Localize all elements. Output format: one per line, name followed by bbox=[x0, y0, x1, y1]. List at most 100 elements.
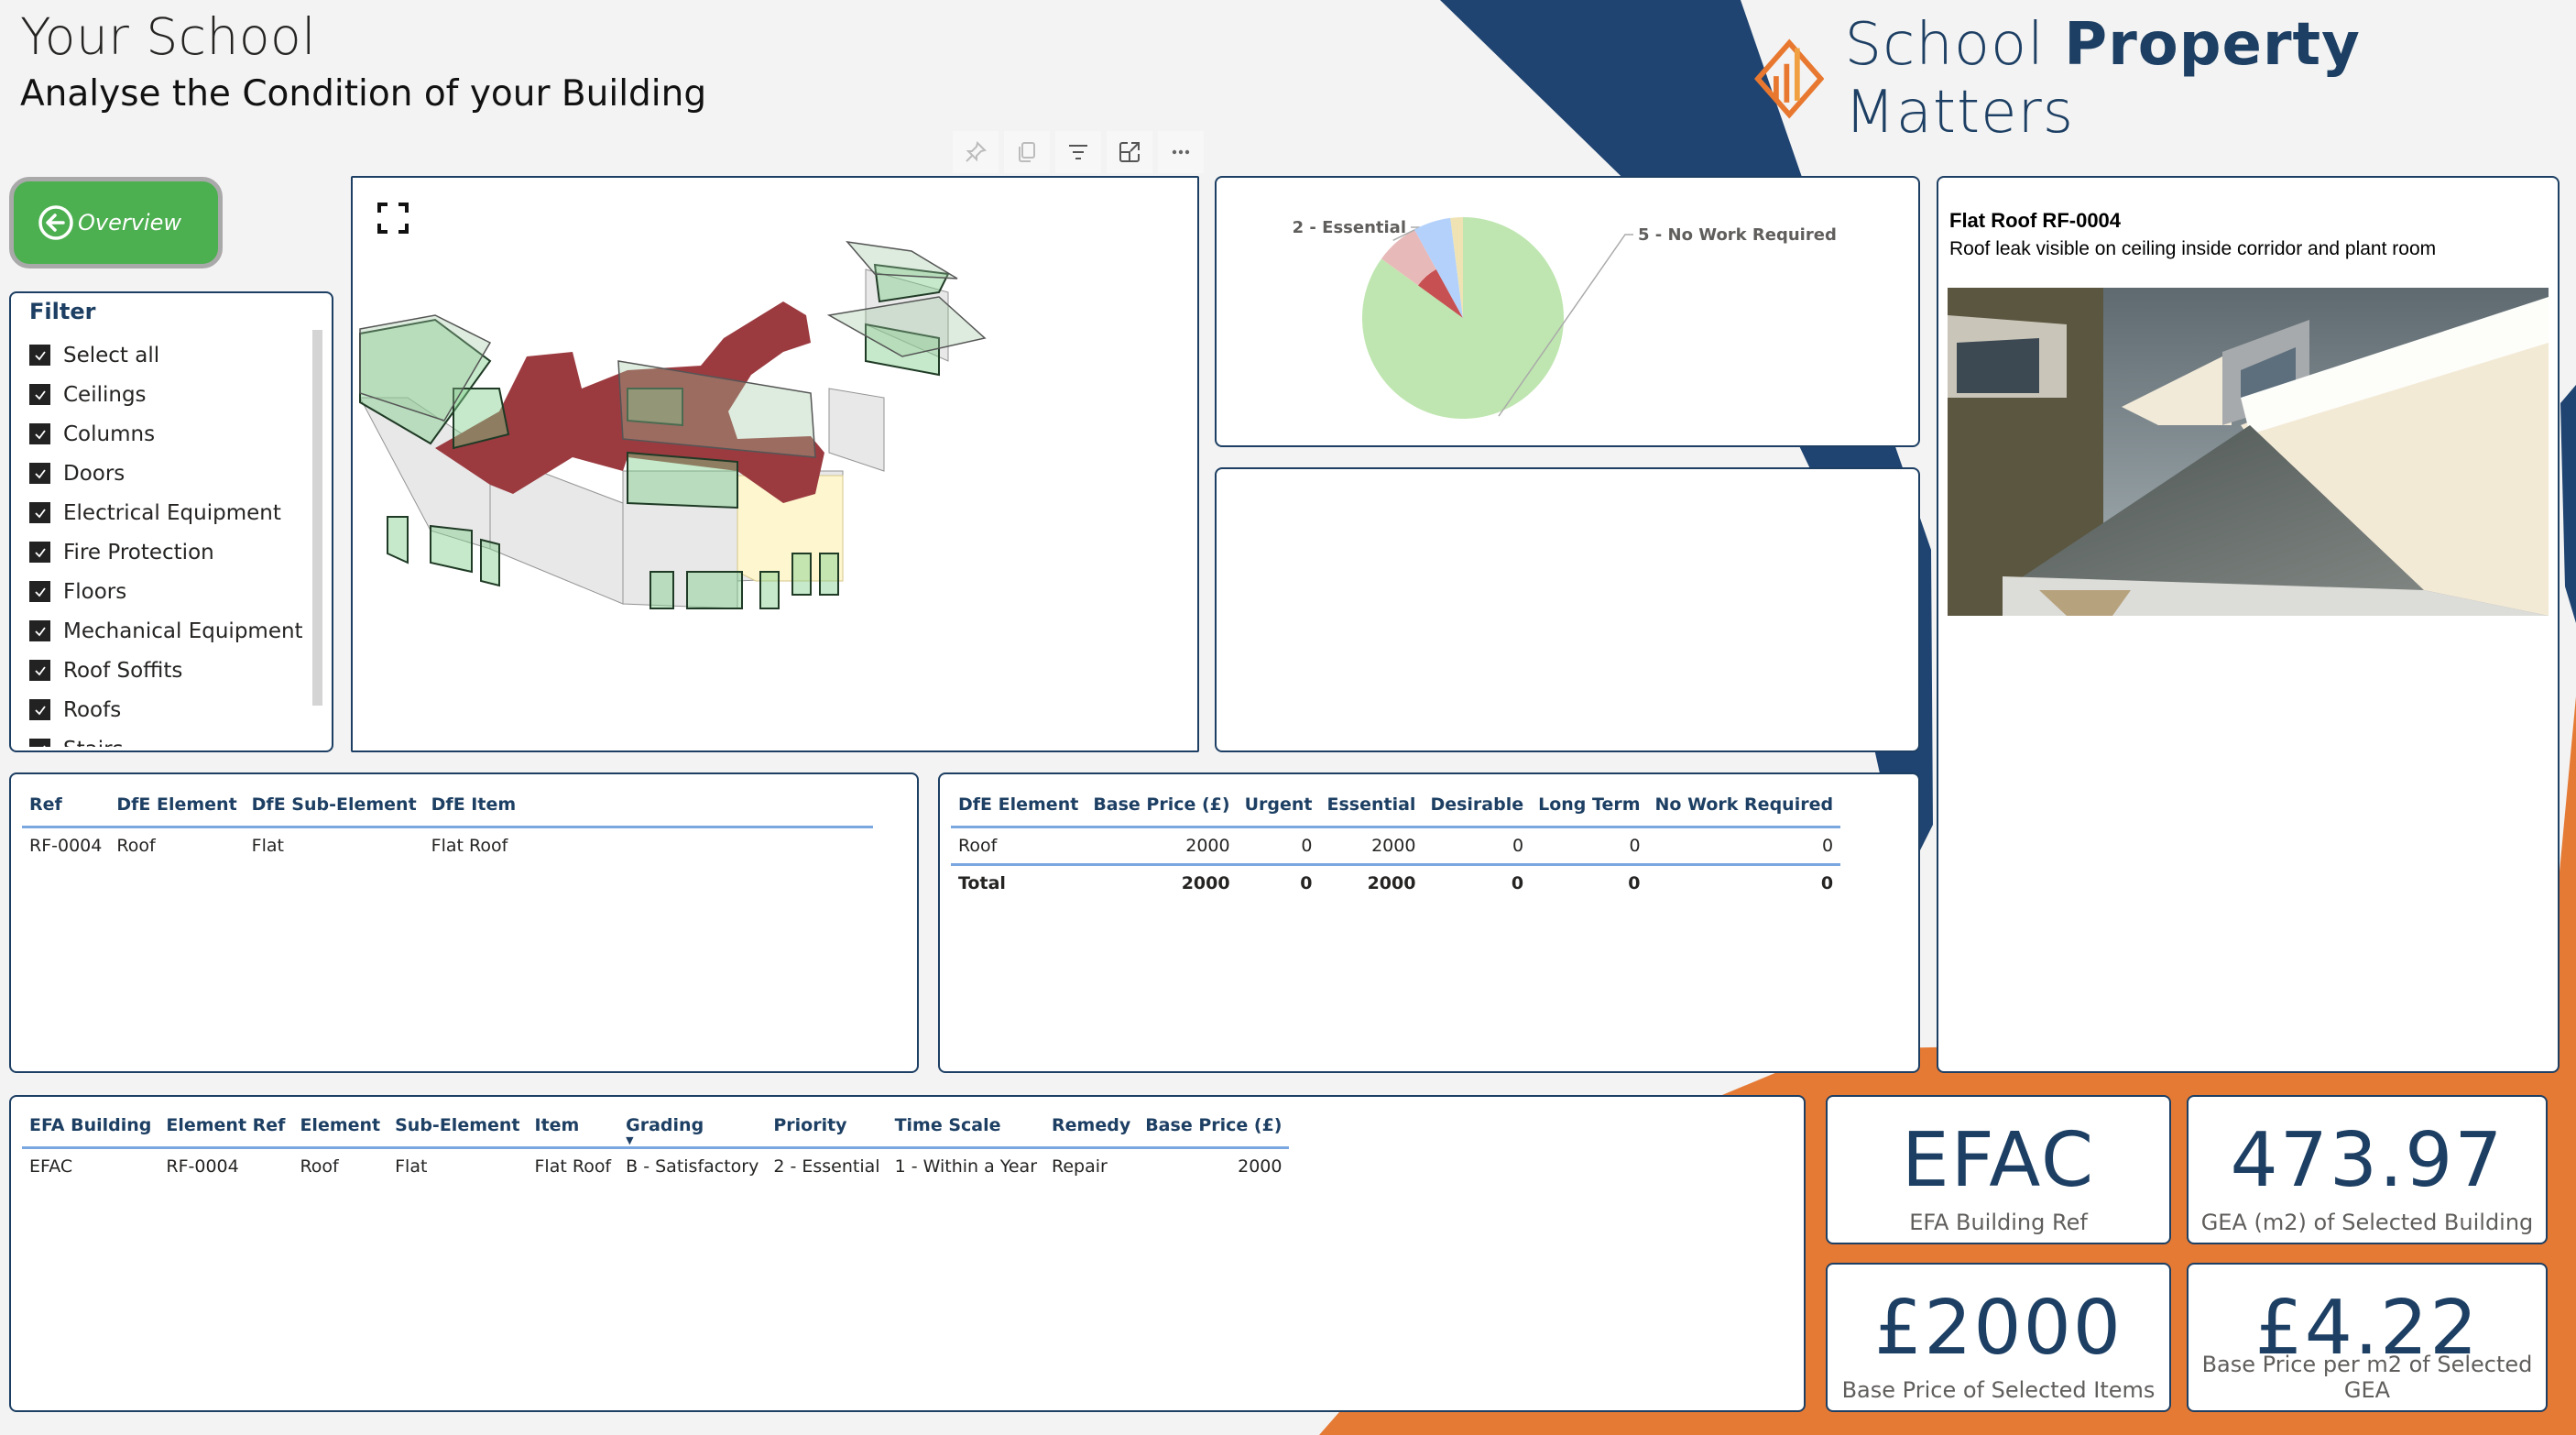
table-row[interactable]: RF-0004 Roof Flat Flat Roof bbox=[22, 827, 873, 864]
total-cell: 0 bbox=[1423, 863, 1532, 901]
3d-model-viewer[interactable] bbox=[351, 176, 1199, 752]
column-header[interactable]: Element Ref bbox=[158, 1102, 293, 1149]
focus-mode-button[interactable] bbox=[1107, 131, 1152, 173]
column-header-label: Element Ref bbox=[166, 1115, 286, 1135]
table-cell: 2000 bbox=[1238, 1156, 1283, 1177]
column-header[interactable]: DfE Sub-Element bbox=[244, 782, 424, 828]
element-pie-svg[interactable] bbox=[1217, 469, 1918, 750]
navy-edge bbox=[2560, 385, 2576, 623]
filter-scrollbar[interactable] bbox=[312, 330, 322, 706]
table-cell: EFAC bbox=[29, 1156, 73, 1177]
checkbox-checked-icon[interactable] bbox=[29, 620, 50, 641]
filter-option-label: Fire Protection bbox=[63, 540, 214, 564]
visual-filters-button[interactable] bbox=[1055, 131, 1101, 173]
defect-description: Roof leak visible on ceiling inside corr… bbox=[1949, 238, 2437, 259]
filter-option-label: Ceilings bbox=[63, 382, 147, 407]
column-header[interactable]: Grading ▼ bbox=[618, 1102, 767, 1149]
checkbox-checked-icon[interactable] bbox=[29, 542, 50, 563]
filter-option[interactable]: Roofs bbox=[29, 690, 313, 729]
filter-option[interactable]: Ceilings bbox=[29, 375, 313, 414]
filter-option-label: Doors bbox=[63, 461, 126, 486]
checkbox-checked-icon[interactable] bbox=[29, 502, 50, 523]
sort-descending-icon: ▼ bbox=[626, 1134, 634, 1146]
filter-option[interactable]: Floors bbox=[29, 572, 313, 611]
column-header-label: Element bbox=[300, 1115, 381, 1135]
column-header-label: Base Price (£) bbox=[1145, 1115, 1283, 1135]
table-cell: B - Satisfactory bbox=[626, 1156, 759, 1177]
table-cell: Repair bbox=[1052, 1156, 1108, 1177]
column-header[interactable]: No Work Required bbox=[1647, 782, 1841, 828]
condition-details-card: EFA Building Element Ref Element Sub-Elemen… bbox=[9, 1095, 1806, 1412]
checkbox-checked-icon[interactable] bbox=[29, 660, 50, 681]
total-cell: 0 bbox=[1647, 863, 1841, 901]
column-header[interactable]: Urgent bbox=[1237, 782, 1320, 828]
overview-label: Overview bbox=[78, 210, 181, 236]
total-cell: 0 bbox=[1237, 863, 1320, 901]
checkbox-checked-icon[interactable] bbox=[29, 739, 50, 747]
column-header[interactable]: Desirable bbox=[1423, 782, 1532, 828]
column-header[interactable]: Remedy bbox=[1044, 1102, 1139, 1149]
building-3d-model[interactable] bbox=[353, 178, 1197, 750]
items-table: Ref DfE Element DfE Sub-Element DfE Item RF… bbox=[22, 782, 874, 864]
checkbox-checked-icon[interactable] bbox=[29, 463, 50, 484]
kpi-label: EFA Building Ref bbox=[1909, 1210, 2088, 1235]
filter-option[interactable]: Electrical Equipment bbox=[29, 493, 313, 532]
column-header[interactable]: DfE Element bbox=[109, 782, 245, 828]
table-cell: Roof bbox=[958, 836, 998, 856]
checkbox-checked-icon[interactable] bbox=[29, 423, 50, 444]
table-cell: Flat bbox=[395, 1156, 428, 1177]
table-cell: 0 bbox=[1629, 836, 1641, 856]
table-cell: 2 - Essential bbox=[773, 1156, 880, 1177]
filter-option-label: Floors bbox=[63, 579, 127, 604]
column-header[interactable]: Ref bbox=[22, 782, 110, 828]
checkbox-checked-icon[interactable] bbox=[29, 345, 50, 366]
table-cell: Roof bbox=[300, 1156, 339, 1177]
table-cell: Flat Roof bbox=[534, 1156, 612, 1177]
column-header[interactable]: Element bbox=[292, 1102, 388, 1149]
table-row[interactable]: Roof 2000 0 2000 0 0 0 bbox=[951, 827, 1840, 865]
column-header[interactable]: DfE Element bbox=[951, 782, 1086, 828]
priority-matrix-card: DfE Element Base Price (£) Urgent Essential… bbox=[938, 772, 1920, 1073]
arrow-left-circle-icon bbox=[38, 205, 73, 240]
pin-visual-button[interactable] bbox=[953, 131, 999, 173]
fullscreen-icon[interactable] bbox=[377, 202, 409, 235]
priority-pie-chart[interactable]: 5 - No Work Required 2 - Essential bbox=[1215, 176, 1920, 447]
filter-option[interactable]: Select all bbox=[29, 335, 313, 375]
defect-photo[interactable] bbox=[1948, 288, 2549, 616]
column-header-label: Grading bbox=[626, 1115, 704, 1135]
column-header[interactable]: Priority bbox=[766, 1102, 888, 1149]
column-header[interactable]: Base Price (£) bbox=[1138, 1102, 1290, 1149]
overview-button[interactable]: Overview bbox=[9, 177, 223, 268]
total-cell: 2000 bbox=[1086, 863, 1238, 901]
checkbox-checked-icon[interactable] bbox=[29, 699, 50, 720]
column-header[interactable]: Time Scale bbox=[887, 1102, 1045, 1149]
column-header[interactable]: DfE Item bbox=[423, 782, 874, 828]
filter-option[interactable]: Mechanical Equipment bbox=[29, 611, 313, 651]
pie-data-label: 5 - No Work Required bbox=[1638, 225, 1837, 245]
column-header[interactable]: EFA Building bbox=[22, 1102, 159, 1149]
filter-option[interactable]: Fire Protection bbox=[29, 532, 313, 572]
filter-option[interactable]: Doors bbox=[29, 454, 313, 493]
column-header[interactable]: Essential bbox=[1319, 782, 1424, 828]
table-row[interactable]: EFAC RF-0004 Roof Flat Flat Roof B - Satisfac… bbox=[22, 1148, 1289, 1185]
table-cell: Roof bbox=[116, 836, 156, 856]
total-cell: 0 bbox=[1531, 863, 1648, 901]
column-header[interactable]: Long Term bbox=[1531, 782, 1648, 828]
filter-option[interactable]: Columns bbox=[29, 414, 313, 454]
column-header-label: EFA Building bbox=[29, 1115, 152, 1135]
column-header[interactable]: Item bbox=[527, 1102, 619, 1149]
filter-option[interactable]: Stairs bbox=[29, 729, 313, 747]
column-header-label: Urgent bbox=[1244, 794, 1313, 815]
table-cell: RF-0004 bbox=[29, 836, 103, 856]
checkbox-checked-icon[interactable] bbox=[29, 581, 50, 602]
checkbox-checked-icon[interactable] bbox=[29, 384, 50, 405]
filter-list: Select all Ceilings Columns Doors Electrical… bbox=[29, 335, 313, 747]
element-pie-chart[interactable] bbox=[1215, 467, 1920, 752]
more-options-button[interactable] bbox=[1158, 131, 1204, 173]
column-header[interactable]: Sub-Element bbox=[387, 1102, 528, 1149]
logo-wordmark: School Property Matters bbox=[1844, 11, 2576, 147]
copy-visual-button[interactable] bbox=[1004, 131, 1050, 173]
filter-option[interactable]: Roof Soffits bbox=[29, 651, 313, 690]
priority-pie-svg[interactable]: 5 - No Work Required 2 - Essential bbox=[1217, 178, 1918, 445]
column-header[interactable]: Base Price (£) bbox=[1086, 782, 1238, 828]
